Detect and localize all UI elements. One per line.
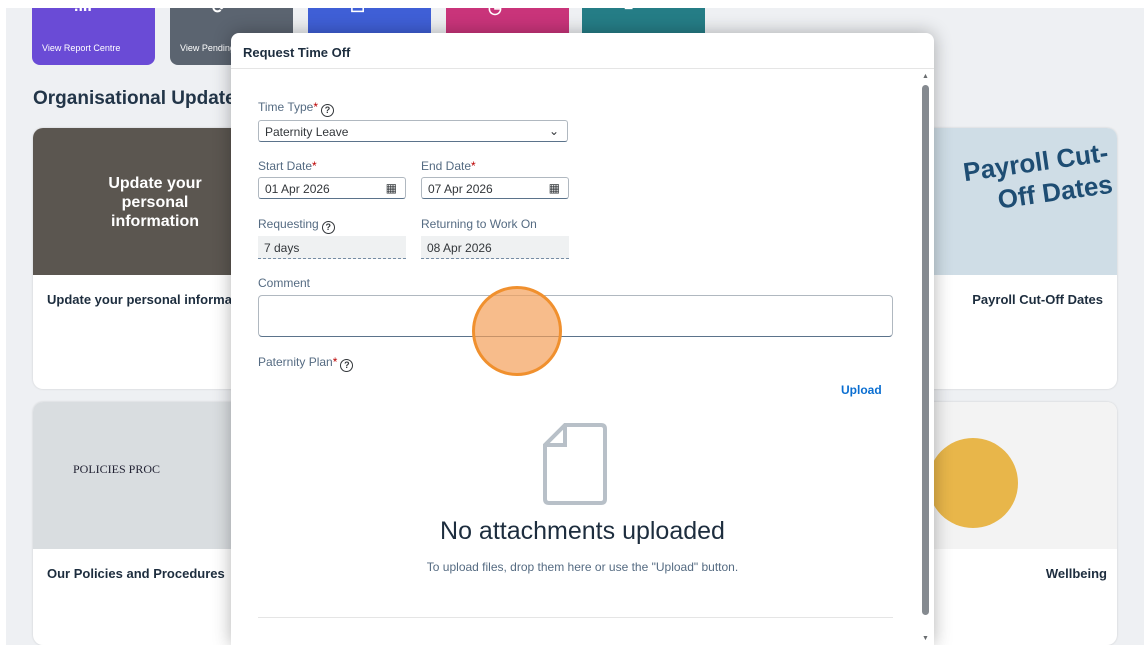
calendar-icon[interactable]: ▦ (386, 181, 397, 195)
end-date-label: End Date* (421, 159, 476, 173)
document-icon (543, 423, 607, 505)
tile-label: View Report Centre (42, 43, 121, 53)
empty-state-subtitle: To upload files, drop them here or use t… (426, 560, 739, 574)
paternity-plan-label: Paternity Plan*? (258, 355, 354, 372)
start-date-label: Start Date* (258, 159, 317, 173)
chevron-down-icon[interactable]: ⌄ (549, 124, 559, 138)
calendar-icon[interactable]: ▦ (549, 181, 560, 195)
card-title: Wellbeing (1045, 566, 1107, 581)
returning-value: 08 Apr 2026 (421, 236, 569, 259)
empty-state-title: No attachments uploaded (440, 517, 725, 545)
wellbeing-illustration (928, 438, 1018, 528)
requesting-value: 7 days (258, 236, 406, 259)
card-payroll[interactable]: Payroll Cut-Off Dates Payroll Cut-Off Da… (906, 128, 1117, 389)
requesting-label: Requesting? (258, 217, 335, 234)
click-indicator (472, 286, 562, 376)
card-policies[interactable]: POLICIES PROC Our Policies and Procedure… (33, 402, 263, 645)
card-wellbeing[interactable]: Wellbeing (906, 402, 1117, 645)
scrollbar-thumb[interactable] (922, 85, 929, 615)
document-icon: ▭ (350, 8, 366, 17)
card-image-text: Update your personal information (108, 175, 202, 230)
card-image (906, 402, 1117, 549)
comment-textarea[interactable] (258, 295, 893, 337)
comment-label: Comment (258, 276, 311, 290)
help-icon[interactable]: ? (340, 359, 354, 372)
clock-icon: ◷ (488, 8, 502, 17)
refresh-icon: ⟳ (212, 8, 226, 17)
returning-label: Returning to Work On (421, 217, 537, 231)
divider (258, 617, 893, 618)
scroll-up-icon[interactable]: ▲ (922, 73, 929, 80)
list-icon: ≡ (624, 8, 633, 16)
time-type-label: Time Type*? (258, 100, 335, 117)
card-title: Payroll Cut-Off Dates (972, 292, 1103, 307)
card-image-text: POLICIES PROC (73, 462, 161, 476)
dialog-title: Request Time Off (231, 33, 934, 69)
end-date-field[interactable]: 07 Apr 2026 ▦ (421, 177, 569, 199)
chart-icon: .ıII (74, 8, 92, 16)
tile-report-centre[interactable]: .ıII View Report Centre (32, 8, 155, 65)
card-title: Update your personal information (47, 292, 256, 307)
help-icon[interactable]: ? (321, 221, 335, 234)
scrollbar[interactable]: ▲ ▼ (921, 73, 931, 645)
section-title: Organisational Updates (33, 88, 247, 109)
time-type-select[interactable]: Paternity Leave ⌄ (258, 120, 568, 142)
card-image: Payroll Cut-Off Dates (906, 128, 1117, 275)
start-date-field[interactable]: 01 Apr 2026 ▦ (258, 177, 406, 199)
request-time-off-dialog: Request Time Off Time Type*? Paternity L… (231, 33, 934, 645)
card-image: POLICIES PROC (33, 402, 263, 549)
help-icon[interactable]: ? (321, 104, 335, 117)
card-update-info[interactable]: Update your personal information Update … (33, 128, 263, 389)
upload-button[interactable]: Upload (841, 383, 882, 397)
scroll-down-icon[interactable]: ▼ (922, 635, 929, 642)
card-image: Update your personal information (33, 128, 263, 275)
card-title: Our Policies and Procedures (47, 566, 225, 581)
card-image-text: Payroll Cut-Off Dates (961, 137, 1115, 215)
